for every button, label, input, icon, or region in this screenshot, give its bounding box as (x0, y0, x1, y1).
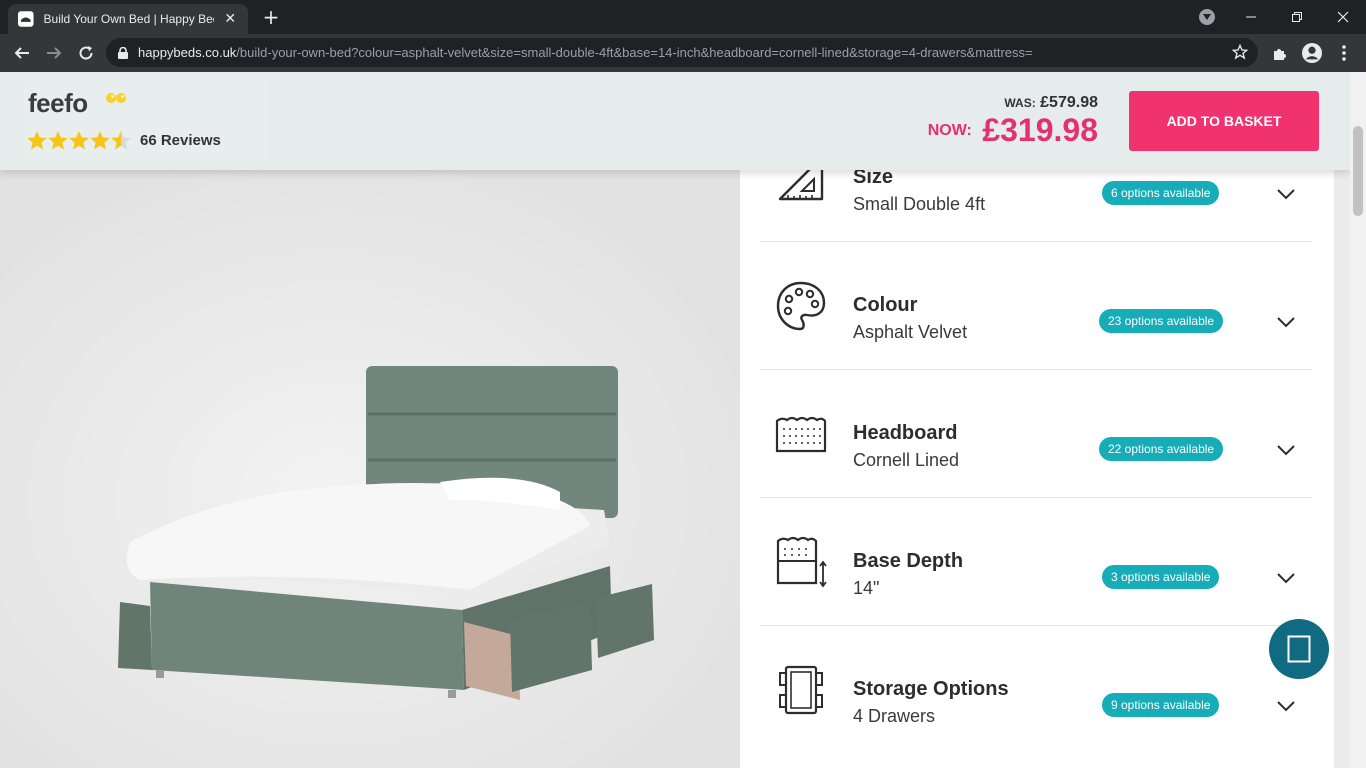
options-available-badge: 9 options available (1102, 693, 1220, 717)
option-row-headboard[interactable]: Headboard Cornell Lined 22 options avail… (760, 370, 1312, 498)
restore-icon[interactable] (1274, 0, 1320, 34)
feefo-eyes-icon (106, 93, 126, 103)
feefo-logo: feefo (28, 88, 88, 118)
option-title: Headboard (853, 422, 958, 444)
reload-icon[interactable] (72, 39, 100, 67)
chevron-down-icon[interactable] (1276, 572, 1296, 584)
options-available-badge: 23 options available (1099, 309, 1224, 333)
option-row-base-depth[interactable]: Base Depth 14" 3 options available (760, 498, 1312, 626)
now-value: £319.98 (982, 112, 1098, 148)
option-value: Asphalt Velvet (853, 322, 968, 342)
new-tab-icon[interactable]: + (260, 6, 282, 28)
chevron-down-icon[interactable] (1276, 700, 1296, 712)
url-host: happybeds.co.uk (138, 45, 237, 60)
option-title: Storage Options (853, 678, 1009, 700)
url-path: /build-your-own-bed?colour=asphalt-velve… (236, 45, 1033, 60)
product-image (0, 170, 740, 768)
chevron-down-icon[interactable] (1276, 316, 1296, 328)
sticky-purchase-bar: feefo 66 Reviews WAS: £579.98 NOW: £319.… (0, 72, 1350, 170)
review-count: 66 Reviews (140, 132, 221, 149)
profile-avatar-icon[interactable] (1302, 43, 1322, 63)
headboard-icon (775, 416, 827, 452)
option-title: Colour (853, 294, 918, 316)
option-title: Base Depth (853, 550, 964, 572)
forward-icon[interactable] (40, 39, 68, 67)
chevron-down-icon[interactable] (1276, 188, 1296, 200)
page-scrollbar[interactable] (1350, 72, 1366, 768)
rating-stars-icon (27, 131, 131, 150)
option-row-colour[interactable]: Colour Asphalt Velvet 23 options availab… (760, 242, 1312, 370)
options-available-badge: 3 options available (1102, 565, 1220, 589)
browser-toolbar: happybeds.co.uk/build-your-own-bed?colou… (0, 34, 1366, 72)
configurator-options-panel: Size Small Double 4ft 6 options availabl… (740, 155, 1334, 768)
tab-close-icon[interactable]: ✕ (222, 11, 238, 27)
option-value: Small Double 4ft (853, 194, 986, 214)
browser-tabstrip: Build Your Own Bed | Happy Bed ✕ + (0, 0, 1366, 34)
page-viewport: feefo 66 Reviews WAS: £579.98 NOW: £319.… (0, 72, 1350, 768)
star-rating (26, 130, 134, 152)
tab-search-icon[interactable] (1199, 9, 1215, 25)
bookmark-star-icon[interactable] (1232, 44, 1248, 60)
drawers-icon (779, 665, 823, 715)
back-icon[interactable] (8, 39, 36, 67)
option-row-storage[interactable]: Storage Options 4 Drawers 9 options avai… (760, 626, 1312, 754)
base-depth-icon (776, 536, 827, 587)
option-value: Cornell Lined (853, 450, 960, 470)
divan-bed-illustration (0, 170, 740, 768)
was-label: WAS: (1004, 96, 1036, 110)
tab-title: Build Your Own Bed | Happy Bed (43, 12, 215, 26)
address-bar[interactable]: happybeds.co.uk/build-your-own-bed?colou… (106, 38, 1258, 67)
close-window-icon[interactable] (1320, 0, 1366, 34)
extensions-icon[interactable] (1270, 43, 1290, 63)
was-value: £579.98 (1040, 94, 1098, 111)
options-available-badge: 6 options available (1102, 181, 1220, 205)
option-value: 14" (853, 578, 880, 598)
now-label: NOW: (927, 122, 972, 139)
option-value: 4 Drawers (853, 706, 936, 726)
feefo-widget[interactable]: feefo 66 Reviews (22, 82, 268, 162)
minimize-icon[interactable] (1228, 0, 1274, 34)
menu-kebab-icon[interactable] (1334, 43, 1354, 63)
add-to-basket-button[interactable]: ADD TO BASKET (1129, 91, 1319, 151)
url-text: happybeds.co.uk/build-your-own-bed?colou… (138, 45, 1033, 60)
now-price: NOW: £319.98 (928, 112, 1098, 149)
browser-tab[interactable]: Build Your Own Bed | Happy Bed ✕ (8, 4, 248, 34)
happybeds-favicon-icon (18, 11, 34, 27)
chat-icon (1287, 635, 1311, 663)
was-price: WAS: £579.98 (1004, 94, 1098, 112)
options-available-badge: 22 options available (1099, 437, 1224, 461)
scrollbar-thumb[interactable] (1353, 126, 1363, 216)
lock-icon (118, 46, 128, 59)
palette-icon (776, 281, 826, 330)
chat-button[interactable] (1269, 619, 1329, 679)
chevron-down-icon[interactable] (1276, 444, 1296, 456)
